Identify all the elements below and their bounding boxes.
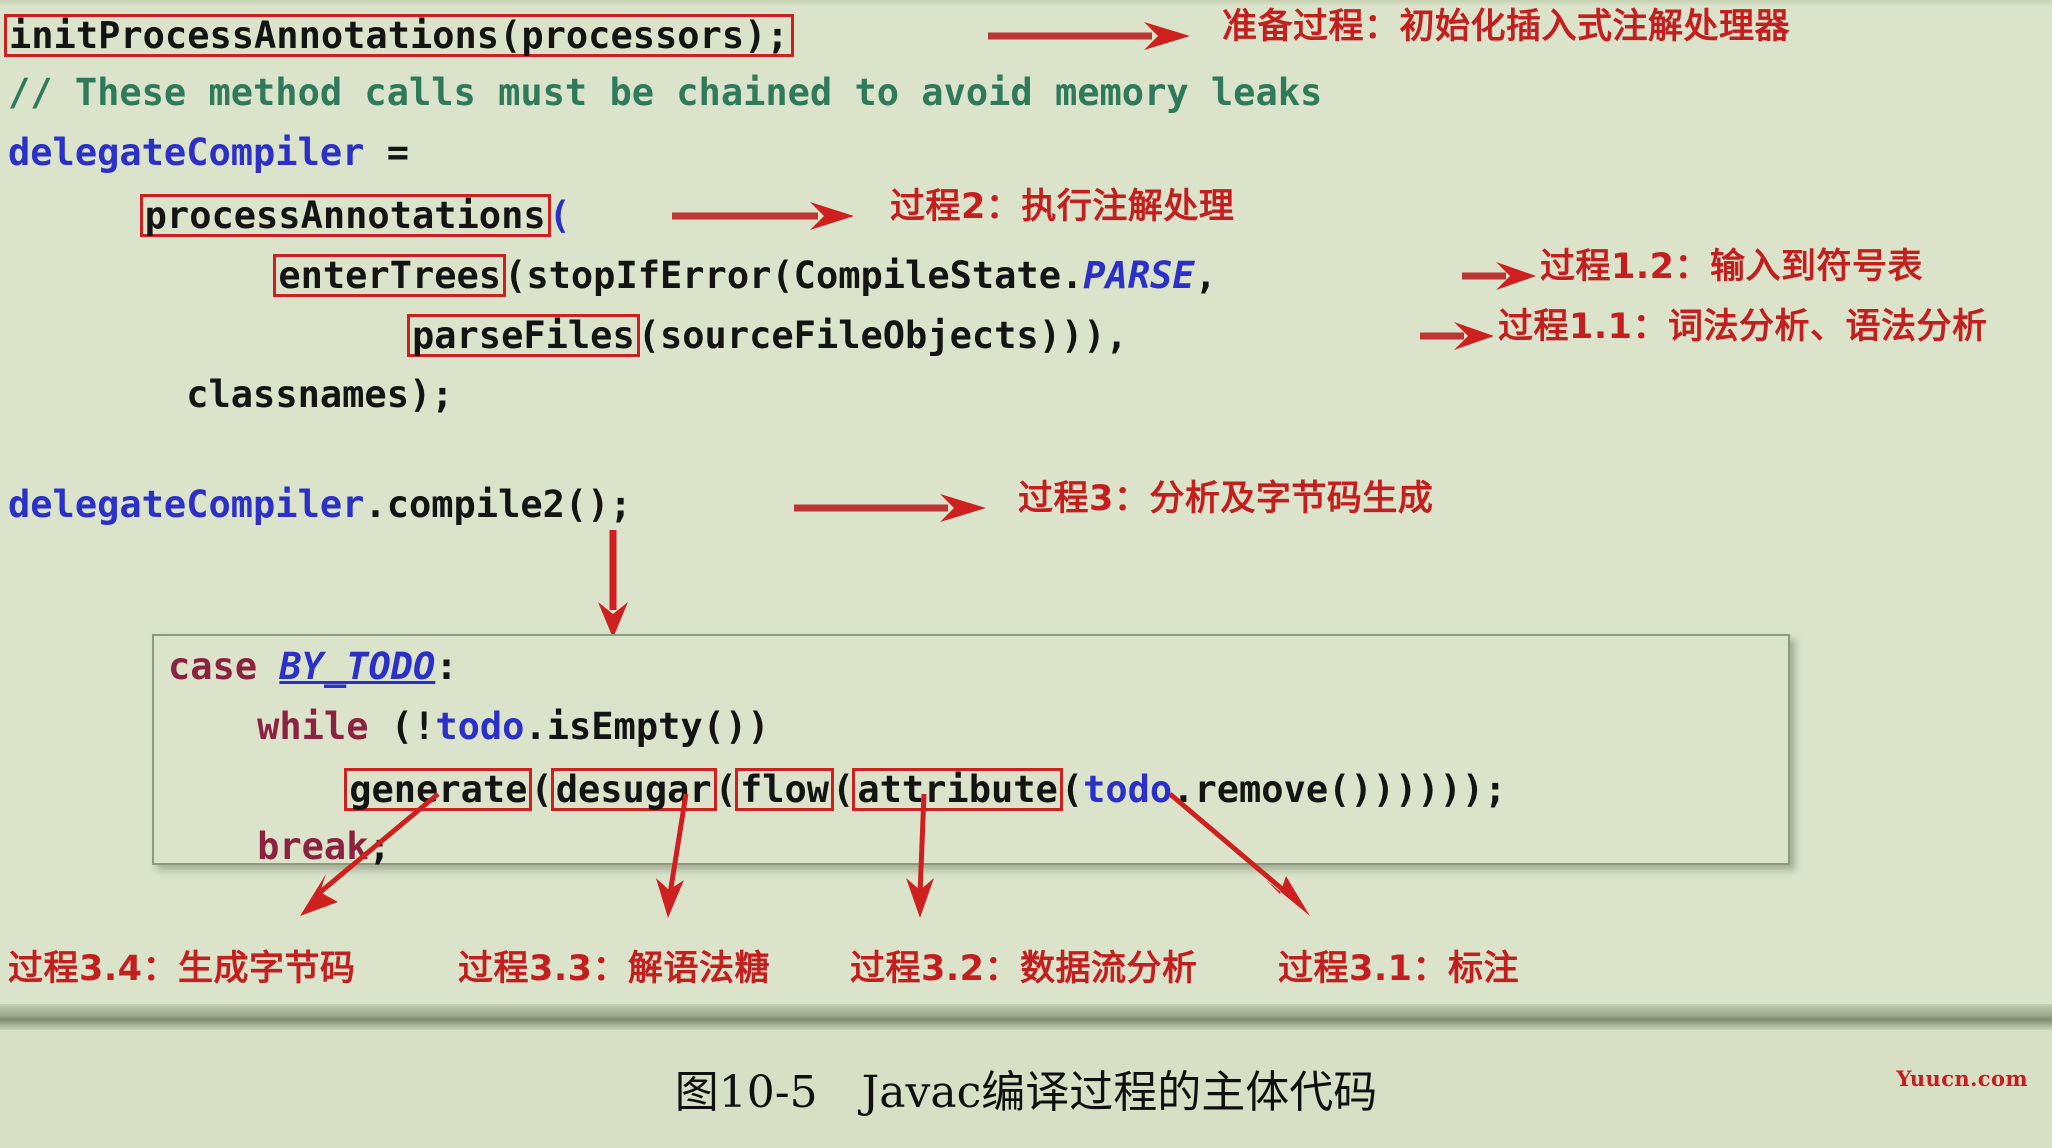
highlight-box-attribute: attribute [852,768,1063,811]
indent-line6 [8,314,409,357]
arrow-to-process3-note [794,494,986,522]
arrow-desugar-to-note [656,793,689,918]
keyword-while: while [257,705,369,748]
paren-after-generate: ( [530,768,553,811]
constant-by-todo: BY_TODO [279,645,436,688]
code-line-comment: // These method calls must be chained to… [8,71,1323,114]
while-open: (! [368,705,436,748]
highlight-box-init-process-annotations: initProcessAnnotations(processors); [4,14,794,57]
indent-line5 [8,254,275,297]
annotation-process-1-2: 过程1.2：输入到符号表 [1540,247,1924,287]
arrow-to-prep-note [988,22,1190,50]
arrow-to-process2-note [672,202,854,230]
assignment-operator: = [364,131,409,174]
annotation-process-3: 过程3：分析及字节码生成 [1018,479,1434,519]
highlight-box-parse-files: parseFiles [406,314,640,357]
identifier-delegate-compiler-2: delegateCompiler [8,483,365,526]
compile2-call: .compile2(); [364,483,632,526]
highlight-box-flow: flow [734,768,835,811]
annotation-process-2: 过程2：执行注解处理 [890,187,1235,227]
indent-line4 [8,194,142,237]
paren-after-desugar: ( [714,768,737,811]
code-line-enter-trees: enterTrees(stopIfError(CompileState.PARS… [8,254,1217,297]
annotation-process-3-1: 过程3.1：标注 [1278,949,1520,989]
indent-line7 [8,373,186,416]
paren-after-attribute: ( [1060,768,1084,811]
panel-line-case: case BY_TODO: [168,648,458,685]
panel-line-while: while (!todo.isEmpty()) [168,708,769,745]
arrow-flow-to-note [906,793,934,918]
arrow-generate-to-note [300,792,440,916]
is-empty-call: .isEmpty()) [524,705,770,748]
source-file-objects-args: (sourceFileObjects))), [637,314,1128,357]
code-screenshot: initProcessAnnotations(processors); 准备过程… [0,0,2052,1030]
top-shading-band [0,0,2052,6]
figure-caption: 图10-5 Javac编译过程的主体代码 [674,1067,1378,1118]
constant-parse: PARSE [1083,254,1195,297]
watermark-label: Yuucn.com [1896,1066,2028,1091]
annotation-process-1-1: 过程1.1：词法分析、语法分析 [1498,307,1988,347]
figure-page: initProcessAnnotations(processors); 准备过程… [0,0,2052,1148]
indent-panel-line4 [168,825,257,868]
open-paren-line4: ( [548,194,571,237]
comma-line5: , [1194,254,1217,297]
code-line-delegate-compiler-assign: delegateCompiler = [8,134,409,171]
identifier-delegate-compiler: delegateCompiler [8,131,365,174]
highlight-box-enter-trees: enterTrees [273,254,507,297]
arrow-to-process1-1-note [1420,322,1494,350]
annotation-process-3-2: 过程3.2：数据流分析 [850,949,1198,989]
annotation-prep-process: 准备过程：初始化插入式注解处理器 [1222,7,1791,47]
indent-panel-line2 [168,705,257,748]
space-after-case [257,645,279,688]
arrow-down-to-code-panel [598,530,628,638]
annotation-process-3-3: 过程3.3：解语法糖 [458,949,771,989]
annotation-process-3-4: 过程3.4：生成字节码 [8,949,356,989]
code-line-process-annotations: processAnnotations( [8,194,571,237]
arrow-attribute-to-note [1168,792,1310,916]
stop-if-error-call: (stopIfError(CompileState. [504,254,1084,297]
code-line-compile2: delegateCompiler.compile2(); [8,486,632,523]
identifier-todo: todo [435,705,525,748]
highlight-box-process-annotations: processAnnotations [139,194,551,237]
arrow-to-process1-2-note [1462,262,1536,290]
classnames-arg: classnames); [186,373,454,416]
keyword-case: case [168,645,258,688]
paren-after-flow: ( [832,768,855,811]
colon-case: : [435,645,458,688]
code-line-parse-files: parseFiles(sourceFileObjects))), [8,314,1128,357]
bottom-shading-band [0,1004,2052,1030]
code-line-init-process-annotations: initProcessAnnotations(processors); [4,14,794,57]
code-line-classnames: classnames); [8,373,454,416]
